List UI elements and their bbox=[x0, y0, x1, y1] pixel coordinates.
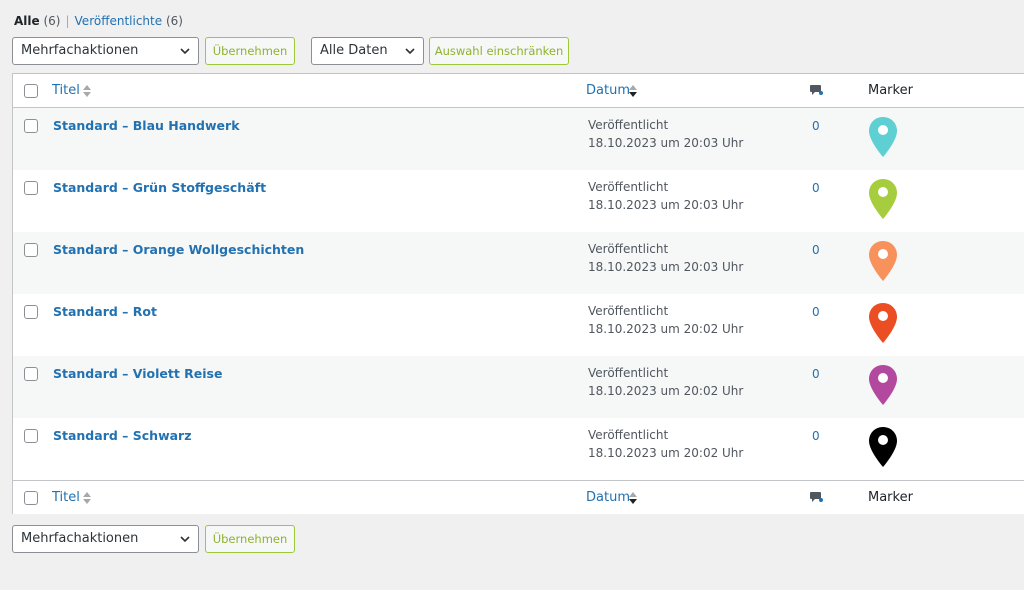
apply-button-top[interactable]: Übernehmen bbox=[205, 37, 295, 65]
bulk-action-select-top[interactable]: Mehrfachaktionen bbox=[12, 37, 199, 65]
row-checkbox[interactable] bbox=[24, 119, 38, 133]
sort-desc-icon[interactable] bbox=[629, 491, 637, 505]
view-published-count: (6) bbox=[165, 14, 183, 28]
view-all-count: (6) bbox=[43, 14, 61, 28]
post-date: 18.10.2023 um 20:03 Uhr bbox=[588, 260, 744, 274]
post-title-link[interactable]: Standard – Grün Stoffgeschäft bbox=[53, 180, 266, 196]
row-checkbox[interactable] bbox=[24, 243, 38, 257]
map-marker-icon bbox=[869, 303, 897, 343]
table-row: Standard – Orange Wollgeschichten Veröffe… bbox=[13, 232, 1024, 294]
comment-bubble-icon[interactable] bbox=[809, 491, 823, 503]
post-status: Veröffentlicht bbox=[588, 428, 669, 442]
post-title-link[interactable]: Standard – Rot bbox=[53, 304, 157, 320]
map-marker-icon bbox=[869, 241, 897, 281]
sort-desc-icon[interactable] bbox=[629, 84, 637, 98]
comment-count-link[interactable]: 0 bbox=[812, 118, 820, 134]
apply-button-bottom[interactable]: Übernehmen bbox=[205, 525, 295, 553]
post-status: Veröffentlicht bbox=[588, 180, 669, 194]
post-date: 18.10.2023 um 20:03 Uhr bbox=[588, 136, 744, 150]
view-published-link[interactable]: Veröffentlichte bbox=[75, 14, 163, 28]
table-footer: Titel Datum Marker bbox=[13, 480, 1024, 514]
post-status: Veröffentlicht bbox=[588, 118, 669, 132]
comment-count-link[interactable]: 0 bbox=[812, 242, 820, 258]
column-title-footer[interactable]: Titel bbox=[52, 490, 80, 506]
map-marker-icon bbox=[869, 427, 897, 467]
column-title-header[interactable]: Titel bbox=[52, 83, 80, 99]
post-date: 18.10.2023 um 20:02 Uhr bbox=[588, 384, 744, 398]
column-date-header[interactable]: Datum bbox=[586, 83, 630, 99]
post-status: Veröffentlicht bbox=[588, 366, 669, 380]
bulk-action-value: Mehrfachaktionen bbox=[21, 43, 139, 58]
post-date: 18.10.2023 um 20:02 Uhr bbox=[588, 446, 744, 460]
table-row: Standard – Schwarz Veröffentlicht 18.10.20… bbox=[13, 418, 1024, 480]
post-title-link[interactable]: Standard – Schwarz bbox=[53, 428, 192, 444]
select-all-checkbox-footer[interactable] bbox=[24, 491, 38, 505]
table-row: Standard – Blau Handwerk Veröffentlicht 18… bbox=[13, 108, 1024, 170]
sort-arrows-icon[interactable] bbox=[83, 491, 91, 505]
table-row: Standard – Rot Veröffentlicht 18.10.2023 u… bbox=[13, 294, 1024, 356]
date-filter-select[interactable]: Alle Daten bbox=[311, 37, 424, 65]
post-title-link[interactable]: Standard – Violett Reise bbox=[53, 366, 222, 382]
post-title-link[interactable]: Standard – Orange Wollgeschichten bbox=[53, 242, 304, 258]
post-date: 18.10.2023 um 20:03 Uhr bbox=[588, 198, 744, 212]
post-date: 18.10.2023 um 20:02 Uhr bbox=[588, 322, 744, 336]
comment-bubble-icon[interactable] bbox=[809, 84, 823, 96]
comment-count-link[interactable]: 0 bbox=[812, 366, 820, 382]
table-header: Titel Datum Marker bbox=[13, 74, 1024, 108]
status-filter-links: Alle (6) | Veröffentlichte (6) bbox=[14, 13, 183, 29]
row-checkbox[interactable] bbox=[24, 367, 38, 381]
map-marker-icon bbox=[869, 117, 897, 157]
column-date-footer[interactable]: Datum bbox=[586, 490, 630, 506]
bulk-action-value: Mehrfachaktionen bbox=[21, 531, 139, 546]
post-title-link[interactable]: Standard – Blau Handwerk bbox=[53, 118, 240, 134]
column-marker-footer: Marker bbox=[868, 490, 913, 505]
row-checkbox[interactable] bbox=[24, 181, 38, 195]
bulk-action-select-bottom[interactable]: Mehrfachaktionen bbox=[12, 525, 199, 553]
chevron-down-icon bbox=[405, 48, 415, 55]
sort-arrows-icon[interactable] bbox=[83, 84, 91, 98]
comment-count-link[interactable]: 0 bbox=[812, 428, 820, 444]
chevron-down-icon bbox=[180, 48, 190, 55]
column-marker-header: Marker bbox=[868, 83, 913, 98]
row-checkbox[interactable] bbox=[24, 429, 38, 443]
comment-count-link[interactable]: 0 bbox=[812, 304, 820, 320]
select-all-checkbox[interactable] bbox=[24, 84, 38, 98]
date-filter-value: Alle Daten bbox=[320, 43, 388, 58]
post-status: Veröffentlicht bbox=[588, 304, 669, 318]
chevron-down-icon bbox=[180, 536, 190, 543]
table-row: Standard – Grün Stoffgeschäft Veröffentli… bbox=[13, 170, 1024, 232]
table-row: Standard – Violett Reise Veröffentlicht 18… bbox=[13, 356, 1024, 418]
posts-table: Titel Datum Marker Standard – Blau Handw… bbox=[12, 73, 1024, 514]
filter-button[interactable]: Auswahl einschränken bbox=[429, 37, 569, 65]
comment-count-link[interactable]: 0 bbox=[812, 180, 820, 196]
post-status: Veröffentlicht bbox=[588, 242, 669, 256]
view-separator: | bbox=[65, 14, 70, 28]
map-marker-icon bbox=[869, 179, 897, 219]
map-marker-icon bbox=[869, 365, 897, 405]
view-all-label[interactable]: Alle bbox=[14, 14, 40, 28]
row-checkbox[interactable] bbox=[24, 305, 38, 319]
